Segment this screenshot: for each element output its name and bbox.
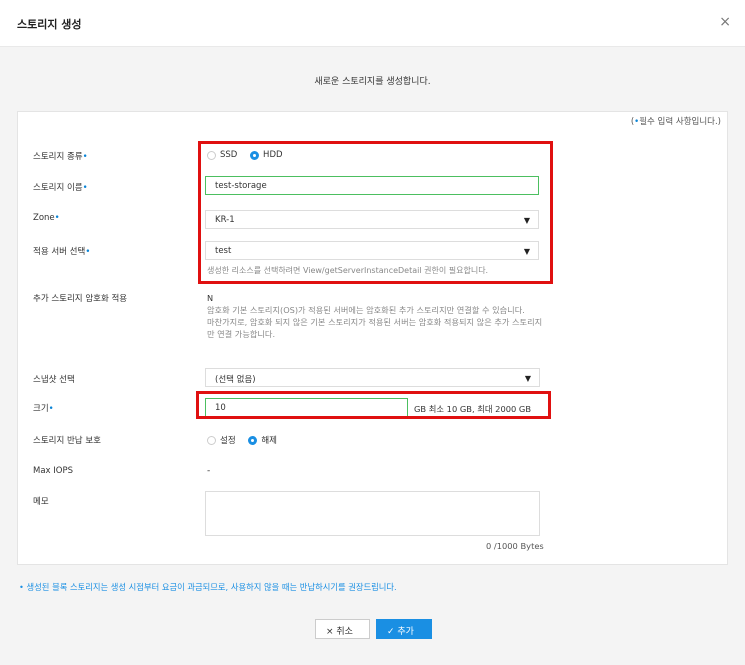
server-label: 적용 서버 선택• [33, 247, 91, 257]
memo-label: 메모 [33, 497, 49, 507]
highlight-box-size [196, 391, 551, 419]
storage-type-label: 스토리지 종류• [33, 152, 88, 162]
storage-name-label: 스토리지 이름• [33, 183, 88, 193]
return-protection-radio-group: 설정 해제 [207, 434, 287, 446]
radio-protection-on[interactable] [207, 435, 216, 445]
dropdown-arrow-icon: ▼ [524, 374, 531, 383]
billing-footnote: • 생성된 블록 스토리지는 생성 시점부터 요금이 과금되므로, 사용하지 않… [19, 582, 397, 592]
size-label: 크기• [33, 404, 54, 414]
required-note: (•필수 입력 사항입니다.) [630, 117, 721, 127]
dialog-header: 스토리지 생성 × [0, 0, 745, 47]
add-button[interactable]: ✓ 추가 [376, 619, 432, 639]
memo-byte-counter: 0 /1000 Bytes [486, 541, 544, 551]
snapshot-select[interactable]: (선택 없음) ▼ [205, 368, 540, 387]
radio-protection-off[interactable] [248, 435, 258, 445]
snapshot-label: 스냅샷 선택 [33, 375, 75, 385]
close-icon[interactable]: × [719, 14, 731, 30]
create-storage-dialog: 스토리지 생성 × 새로운 스토리지를 생성합니다. (•필수 입력 사항입니다… [0, 0, 745, 665]
highlight-box-required-fields [198, 141, 553, 284]
return-protection-label: 스토리지 반납 보호 [33, 436, 101, 446]
dialog-title: 스토리지 생성 [17, 18, 82, 31]
dialog-subtitle: 새로운 스토리지를 생성합니다. [314, 77, 431, 87]
memo-textarea[interactable] [205, 491, 540, 536]
max-iops-value: - [207, 466, 211, 476]
zone-label: Zone• [33, 213, 60, 223]
cancel-button[interactable]: × 취소 [315, 619, 370, 639]
encryption-description: N 암호화 기본 스토리지(OS)가 적용된 서버에는 암호화된 추가 스토리지… [207, 293, 543, 339]
encryption-label: 추가 스토리지 암호화 적용 [33, 294, 128, 304]
max-iops-label: Max IOPS [33, 466, 73, 476]
